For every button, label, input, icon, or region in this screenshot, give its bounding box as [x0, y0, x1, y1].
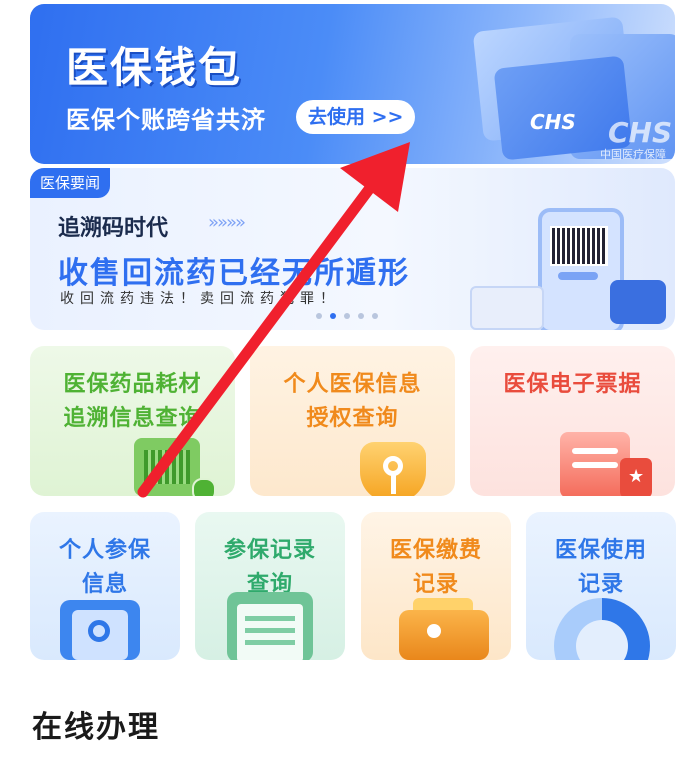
news-headline: 追溯码时代 — [58, 216, 169, 241]
tile-label: 医保电子票据 — [503, 372, 642, 397]
person-search-icon — [60, 600, 140, 660]
double-arrow-icon: »»»» — [208, 212, 246, 233]
wallet-icon — [399, 598, 489, 660]
tile-label: 医保使用 记录 — [554, 538, 647, 597]
personal-info-authorization-tile[interactable]: 个人医保信息 授权查询 — [250, 346, 455, 496]
carousel-dot[interactable] — [330, 313, 336, 319]
chs-logo: CHS — [530, 110, 576, 134]
wallet-title: 医保钱包 — [66, 43, 243, 92]
tile-label: 医保药品耗材 追溯信息查询 — [63, 372, 202, 431]
medical-wallet-banner[interactable]: 医保钱包 医保个账跨省共济 去使用 >> CHS CHS 中国医疗保障 — [30, 4, 675, 164]
insurance-records-query-tile[interactable]: 参保记录 查询 — [195, 512, 345, 660]
tile-label: 个人医保信息 授权查询 — [283, 372, 422, 431]
go-use-button[interactable]: 去使用 >> — [296, 100, 416, 134]
tile-label: 医保缴费 记录 — [389, 538, 482, 597]
carousel-dots[interactable] — [316, 313, 378, 319]
news-tag: 医保要闻 — [30, 168, 111, 198]
barcode-scan-icon — [134, 438, 216, 496]
receipt-icon: ★ — [560, 432, 660, 496]
carousel-dot[interactable] — [358, 313, 364, 319]
carousel-dot[interactable] — [316, 313, 322, 319]
carousel-dot[interactable] — [372, 313, 378, 319]
key-shield-icon — [360, 442, 426, 496]
wallet-subtitle: 医保个账跨省共济 — [66, 106, 266, 134]
chs-logo-large: CHS — [608, 116, 673, 149]
news-slogan: 收回流药违法！卖回流药犯罪！ — [60, 291, 340, 307]
section-title: 在线办理 — [32, 710, 160, 745]
personal-insurance-info-tile[interactable]: 个人参保 信息 — [30, 512, 180, 660]
clipboard-icon — [227, 592, 313, 660]
news-main-title: 收售回流药已经无所遁形 — [58, 256, 410, 291]
tile-label: 个人参保 信息 — [58, 538, 151, 597]
usage-records-tile[interactable]: 医保使用 记录 — [526, 512, 676, 660]
news-banner[interactable]: 医保要闻 追溯码时代 »»»» 收售回流药已经无所遁形 收回流药违法！卖回流药犯… — [30, 168, 675, 330]
e-receipt-tile[interactable]: 医保电子票据 ★ — [470, 346, 675, 496]
donut-chart-icon — [554, 598, 650, 660]
payment-records-tile[interactable]: 医保缴费 记录 — [361, 512, 511, 660]
chs-subtitle: 中国医疗保障 — [600, 148, 666, 161]
drug-traceability-query-tile[interactable]: 医保药品耗材 追溯信息查询 — [30, 346, 235, 496]
carousel-dot[interactable] — [344, 313, 350, 319]
